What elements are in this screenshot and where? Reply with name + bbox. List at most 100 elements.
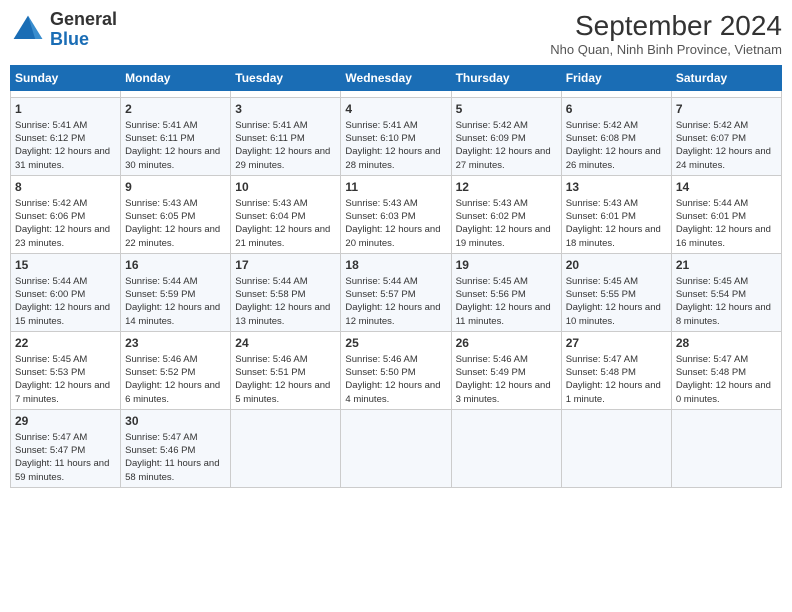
day-number: 19 [456,257,557,274]
sunset-text: Sunset: 6:06 PM [15,210,116,223]
daylight-text: Daylight: 12 hours and 18 minutes. [566,223,667,250]
sunset-text: Sunset: 6:11 PM [235,132,336,145]
sunset-text: Sunset: 5:46 PM [125,444,226,457]
calendar-cell: 7Sunrise: 5:42 AMSunset: 6:07 PMDaylight… [671,98,781,176]
calendar-cell: 26Sunrise: 5:46 AMSunset: 5:49 PMDayligh… [451,331,561,409]
sunrise-text: Sunrise: 5:46 AM [235,353,336,366]
calendar-cell [671,91,781,98]
calendar-table: SundayMondayTuesdayWednesdayThursdayFrid… [10,65,782,488]
daylight-text: Daylight: 12 hours and 0 minutes. [676,379,777,406]
sunset-text: Sunset: 6:00 PM [15,288,116,301]
sunset-text: Sunset: 5:50 PM [345,366,446,379]
calendar-week-row: 8Sunrise: 5:42 AMSunset: 6:06 PM Daylight… [11,175,782,253]
calendar-cell: 17Sunrise: 5:44 AMSunset: 5:58 PMDayligh… [231,253,341,331]
sunset-text: Sunset: 6:11 PM [125,132,226,145]
daylight-text: Daylight: 12 hours and 4 minutes. [345,379,446,406]
calendar-cell: 13Sunrise: 5:43 AMSunset: 6:01 PMDayligh… [561,175,671,253]
calendar-cell: 8Sunrise: 5:42 AMSunset: 6:06 PMDaylight… [11,175,121,253]
calendar-cell [561,91,671,98]
daylight-text: Daylight: 12 hours and 11 minutes. [456,301,557,328]
sunrise-text: Sunrise: 5:46 AM [125,353,226,366]
sunset-text: Sunset: 6:08 PM [566,132,667,145]
calendar-cell: 18Sunrise: 5:44 AMSunset: 5:57 PMDayligh… [341,253,451,331]
sunset-text: Sunset: 5:54 PM [676,288,777,301]
logo-blue: Blue [50,30,117,50]
day-number: 17 [235,257,336,274]
sunset-text: Sunset: 6:09 PM [456,132,557,145]
calendar-week-row [11,91,782,98]
daylight-text: Daylight: 12 hours and 27 minutes. [456,145,557,172]
daylight-text: Daylight: 12 hours and 29 minutes. [235,145,336,172]
sunrise-text: Sunrise: 5:44 AM [676,197,777,210]
sunrise-text: Sunrise: 5:44 AM [235,275,336,288]
daylight-text: Daylight: 12 hours and 24 minutes. [676,145,777,172]
calendar-cell [231,91,341,98]
day-number: 8 [15,179,116,196]
sunrise-text: Sunrise: 5:41 AM [345,119,446,132]
calendar-cell [11,91,121,98]
sunrise-text: Sunrise: 5:47 AM [125,431,226,444]
calendar-week-row: 29Sunrise: 5:47 AMSunset: 5:47 PMDayligh… [11,409,782,487]
daylight-text: Daylight: 12 hours and 16 minutes. [676,223,777,250]
calendar-cell: 10Sunrise: 5:43 AMSunset: 6:04 PMDayligh… [231,175,341,253]
page-header: General Blue September 2024 Nho Quan, Ni… [10,10,782,57]
daylight-text: Daylight: 12 hours and 7 minutes. [15,379,116,406]
sunset-text: Sunset: 6:04 PM [235,210,336,223]
day-number: 30 [125,413,226,430]
sunset-text: Sunset: 5:48 PM [566,366,667,379]
sunset-text: Sunset: 6:01 PM [676,210,777,223]
calendar-cell: 16Sunrise: 5:44 AMSunset: 5:59 PMDayligh… [121,253,231,331]
daylight-text: Daylight: 12 hours and 20 minutes. [345,223,446,250]
daylight-text: Daylight: 12 hours and 12 minutes. [345,301,446,328]
column-header-monday: Monday [121,66,231,91]
column-header-thursday: Thursday [451,66,561,91]
calendar-cell [231,409,341,487]
day-number: 13 [566,179,667,196]
daylight-text: Daylight: 12 hours and 26 minutes. [566,145,667,172]
sunrise-text: Sunrise: 5:43 AM [235,197,336,210]
daylight-text: Daylight: 12 hours and 14 minutes. [125,301,226,328]
day-number: 29 [15,413,116,430]
daylight-text: Daylight: 12 hours and 1 minute. [566,379,667,406]
sunrise-text: Sunrise: 5:46 AM [456,353,557,366]
sunset-text: Sunset: 5:57 PM [345,288,446,301]
calendar-cell: 21Sunrise: 5:45 AMSunset: 5:54 PMDayligh… [671,253,781,331]
daylight-text: Daylight: 12 hours and 10 minutes. [566,301,667,328]
daylight-text: Daylight: 12 hours and 30 minutes. [125,145,226,172]
calendar-cell: 20Sunrise: 5:45 AMSunset: 5:55 PMDayligh… [561,253,671,331]
page-title: September 2024 [550,10,782,42]
logo-general: General [50,10,117,30]
day-number: 21 [676,257,777,274]
day-number: 18 [345,257,446,274]
day-number: 24 [235,335,336,352]
sunrise-text: Sunrise: 5:43 AM [345,197,446,210]
sunset-text: Sunset: 6:07 PM [676,132,777,145]
calendar-week-row: 22Sunrise: 5:45 AMSunset: 5:53 PMDayligh… [11,331,782,409]
column-header-wednesday: Wednesday [341,66,451,91]
calendar-cell: 15Sunrise: 5:44 AMSunset: 6:00 PMDayligh… [11,253,121,331]
logo-icon [10,12,46,48]
sunrise-text: Sunrise: 5:41 AM [235,119,336,132]
day-number: 25 [345,335,446,352]
daylight-text: Daylight: 12 hours and 5 minutes. [235,379,336,406]
sunset-text: Sunset: 6:03 PM [345,210,446,223]
sunset-text: Sunset: 6:12 PM [15,132,116,145]
sunrise-text: Sunrise: 5:44 AM [345,275,446,288]
day-number: 5 [456,101,557,118]
day-number: 15 [15,257,116,274]
column-header-saturday: Saturday [671,66,781,91]
calendar-cell: 24Sunrise: 5:46 AMSunset: 5:51 PMDayligh… [231,331,341,409]
sunrise-text: Sunrise: 5:42 AM [15,197,116,210]
calendar-cell: 9Sunrise: 5:43 AMSunset: 6:05 PMDaylight… [121,175,231,253]
calendar-cell: 2Sunrise: 5:41 AMSunset: 6:11 PMDaylight… [121,98,231,176]
day-number: 9 [125,179,226,196]
day-number: 20 [566,257,667,274]
sunset-text: Sunset: 6:10 PM [345,132,446,145]
day-number: 12 [456,179,557,196]
sunset-text: Sunset: 6:01 PM [566,210,667,223]
daylight-text: Daylight: 11 hours and 58 minutes. [125,457,226,484]
calendar-cell: 27Sunrise: 5:47 AMSunset: 5:48 PMDayligh… [561,331,671,409]
day-number: 3 [235,101,336,118]
day-number: 26 [456,335,557,352]
calendar-header-row: SundayMondayTuesdayWednesdayThursdayFrid… [11,66,782,91]
